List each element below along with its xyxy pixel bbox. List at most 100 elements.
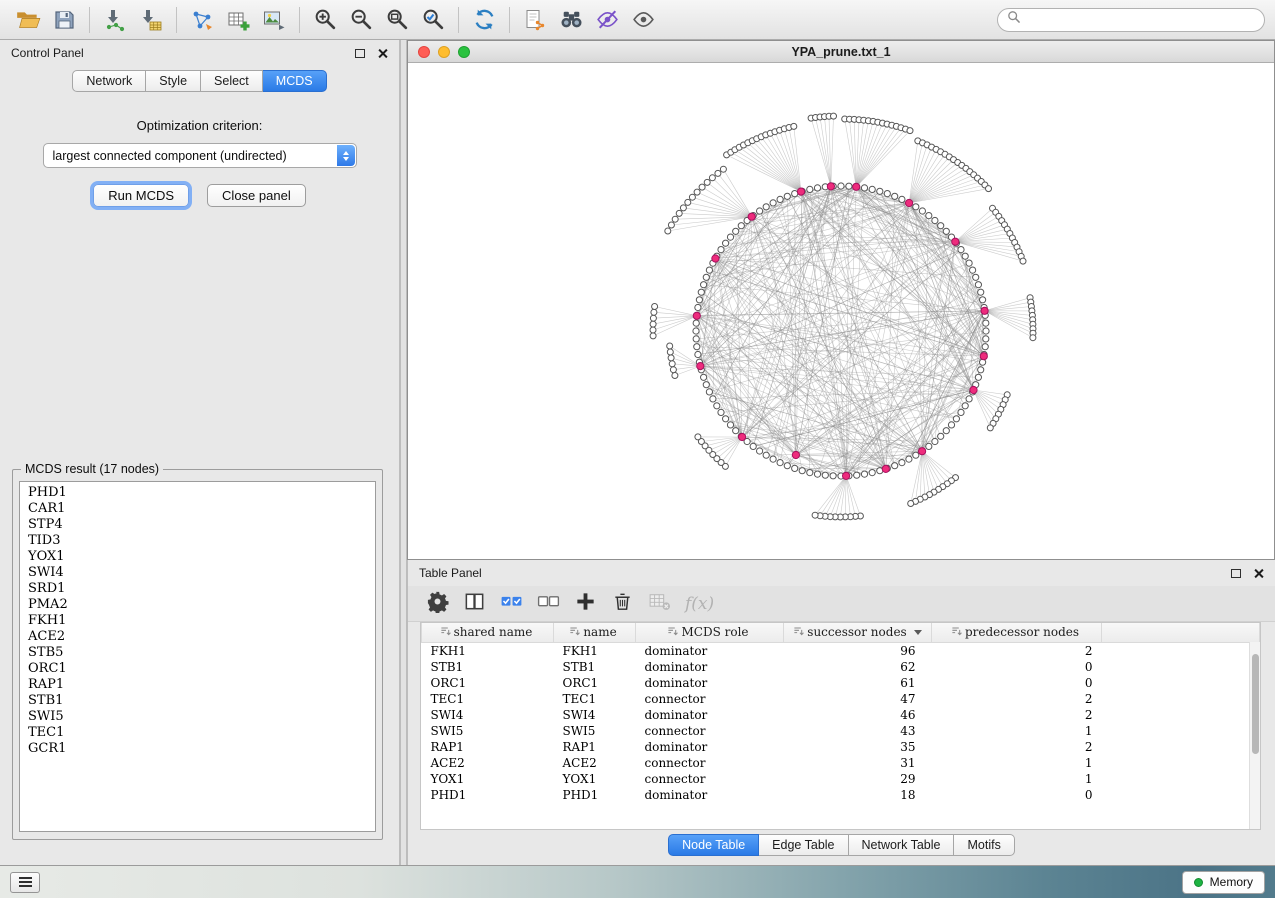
table-cell[interactable]: 46 [784,707,932,723]
table-cell[interactable]: 62 [784,659,932,675]
table-cell[interactable]: TEC1 [554,691,636,707]
table-cell[interactable]: FKH1 [554,642,636,659]
table-cell[interactable]: 61 [784,675,932,691]
mcds-result-item[interactable]: STP4 [20,517,375,533]
tab-network[interactable]: Network [72,70,146,92]
close-table-panel-icon[interactable] [1253,568,1264,579]
table-cell[interactable]: 1 [932,771,1102,787]
table-scrollbar[interactable] [1249,642,1260,829]
float-table-panel-icon[interactable] [1231,569,1241,578]
open-file-button[interactable] [10,5,46,35]
float-panel-icon[interactable] [355,49,365,58]
memory-button[interactable]: Memory [1182,871,1265,894]
close-panel-button[interactable]: Close panel [207,184,306,207]
table-cell[interactable]: YOX1 [422,771,554,787]
table-row[interactable]: TEC1TEC1connector472 [422,691,1260,707]
table-scrollbar-thumb[interactable] [1252,654,1259,754]
column-header-shared-name[interactable]: shared name [422,623,554,642]
table-cell[interactable]: dominator [636,707,784,723]
table-cell[interactable]: dominator [636,642,784,659]
mcds-result-item[interactable]: GCR1 [20,741,375,757]
zoom-out-button[interactable] [343,5,379,35]
network-graph[interactable] [408,63,1274,559]
mcds-result-item[interactable]: PHD1 [20,485,375,501]
zoom-in-button[interactable] [307,5,343,35]
mcds-result-item[interactable]: CAR1 [20,501,375,517]
save-session-button[interactable] [46,5,82,35]
run-mcds-button[interactable]: Run MCDS [93,184,189,207]
column-header-predecessor-nodes[interactable]: predecessor nodes [932,623,1102,642]
mcds-result-item[interactable]: ORC1 [20,661,375,677]
split-columns-button[interactable] [459,590,489,618]
table-cell[interactable]: 47 [784,691,932,707]
table-cell[interactable]: 35 [784,739,932,755]
export-network-button[interactable] [184,5,220,35]
table-cell[interactable]: 2 [932,707,1102,723]
table-cell[interactable]: 18 [784,787,932,803]
table-cell[interactable]: 2 [932,642,1102,659]
mcds-result-item[interactable]: SWI4 [20,565,375,581]
table-settings-button[interactable] [422,590,452,618]
table-row[interactable]: RAP1RAP1dominator352 [422,739,1260,755]
mcds-result-item[interactable]: STB5 [20,645,375,661]
zoom-selected-button[interactable] [415,5,451,35]
table-cell[interactable]: dominator [636,787,784,803]
table-cell[interactable]: ORC1 [554,675,636,691]
delete-table-button[interactable] [607,590,637,618]
window-maximize-icon[interactable] [458,46,470,58]
mcds-result-item[interactable]: ACE2 [20,629,375,645]
export-image-button[interactable] [256,5,292,35]
column-header-successor-nodes[interactable]: successor nodes [784,623,932,642]
panel-splitter[interactable] [400,40,407,865]
tab-node-table[interactable]: Node Table [668,834,759,856]
table-cell[interactable]: 0 [932,675,1102,691]
table-cell[interactable]: RAP1 [422,739,554,755]
table-cell[interactable]: PHD1 [554,787,636,803]
table-cell[interactable]: YOX1 [554,771,636,787]
table-row[interactable]: ORC1ORC1dominator610 [422,675,1260,691]
table-row[interactable]: SWI4SWI4dominator462 [422,707,1260,723]
mcds-result-item[interactable]: FKH1 [20,613,375,629]
search-input[interactable] [1027,13,1255,27]
table-row[interactable]: FKH1FKH1dominator962 [422,642,1260,659]
column-header-MCDS-role[interactable]: MCDS role [636,623,784,642]
table-cell[interactable]: 1 [932,755,1102,771]
search-network-button[interactable] [553,5,589,35]
table-cell[interactable]: dominator [636,675,784,691]
table-cell[interactable]: STB1 [422,659,554,675]
table-cell[interactable]: SWI4 [554,707,636,723]
export-table-button[interactable] [220,5,256,35]
mcds-result-item[interactable]: TID3 [20,533,375,549]
panel-menu-button[interactable] [10,872,40,893]
mcds-result-item[interactable]: SWI5 [20,709,375,725]
table-cell[interactable]: 2 [932,691,1102,707]
mcds-result-item[interactable]: TEC1 [20,725,375,741]
tab-motifs[interactable]: Motifs [954,834,1014,856]
mcds-result-item[interactable]: SRD1 [20,581,375,597]
table-cell[interactable]: 0 [932,787,1102,803]
network-window-titlebar[interactable]: YPA_prune.txt_1 [408,41,1274,63]
table-cell[interactable]: connector [636,771,784,787]
table-cell[interactable]: RAP1 [554,739,636,755]
table-cell[interactable]: SWI5 [554,723,636,739]
table-cell[interactable]: ORC1 [422,675,554,691]
table-cell[interactable]: SWI4 [422,707,554,723]
unselect-all-columns-button[interactable] [533,590,563,618]
table-cell[interactable]: ACE2 [422,755,554,771]
table-cell[interactable]: 0 [932,659,1102,675]
criterion-select[interactable]: largest connected component (undirected) [43,143,357,168]
refresh-view-button[interactable] [466,5,502,35]
mcds-result-list[interactable]: PHD1CAR1STP4TID3YOX1SWI4SRD1PMA2FKH1ACE2… [19,481,376,832]
table-cell[interactable]: 96 [784,642,932,659]
table-cell[interactable]: SWI5 [422,723,554,739]
tab-mcds[interactable]: MCDS [263,70,327,92]
table-cell[interactable]: dominator [636,739,784,755]
table-row[interactable]: ACE2ACE2connector311 [422,755,1260,771]
table-cell[interactable]: STB1 [554,659,636,675]
table-cell[interactable]: TEC1 [422,691,554,707]
table-cell[interactable]: 43 [784,723,932,739]
tab-select[interactable]: Select [201,70,263,92]
select-all-columns-button[interactable] [496,590,526,618]
mcds-result-item[interactable]: RAP1 [20,677,375,693]
table-cell[interactable]: PHD1 [422,787,554,803]
